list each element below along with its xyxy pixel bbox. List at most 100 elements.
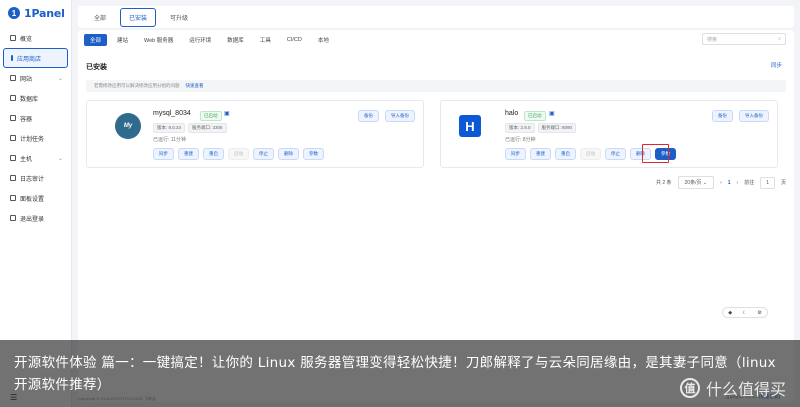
watermark-text: 什么值得买 bbox=[705, 380, 786, 399]
category-runtime[interactable]: 运行环境 bbox=[183, 34, 217, 46]
backup-button[interactable]: 备份 bbox=[712, 110, 733, 122]
sidebar-nav: 概览 应用商店 网站 ⌄ 数据库 容器 计划任务 主机 ⌄ 日志审计 面板设置 退出… bbox=[0, 28, 71, 228]
hint-link[interactable]: 快速查看 bbox=[186, 83, 204, 89]
sidebar-item-label: 日志审计 bbox=[20, 176, 45, 183]
card-top-actions: 备份 导入备份 bbox=[358, 110, 415, 122]
stop-button[interactable]: 停止 bbox=[253, 148, 274, 160]
clock-icon bbox=[10, 135, 16, 141]
sidebar-item-label: 计划任务 bbox=[20, 136, 45, 143]
app-tags: 版本: 8.0.34 服务端口: 3306 bbox=[153, 123, 227, 133]
page-size-value: 20条/页 bbox=[684, 180, 702, 186]
app-tags: 版本: 2.8.0 服务端口: 8090 bbox=[505, 123, 577, 133]
mysql-logo-icon: My bbox=[115, 113, 141, 139]
search-input[interactable]: 搜索 ⌕ bbox=[702, 33, 786, 45]
prev-page-button[interactable]: ‹ bbox=[720, 180, 722, 186]
hint-bar: 若需修改应用可以解决修改应用分组的问题 快速查看 bbox=[86, 80, 786, 92]
watermark: 值 什么值得买 bbox=[679, 376, 786, 400]
logout-icon bbox=[10, 215, 16, 221]
sync-link[interactable]: 同步 bbox=[771, 61, 782, 69]
rebuild-button[interactable]: 重建 bbox=[530, 148, 551, 160]
category-website[interactable]: 建站 bbox=[111, 34, 134, 46]
next-page-button[interactable]: › bbox=[737, 180, 739, 186]
params-button[interactable]: 参数 bbox=[303, 148, 324, 160]
category-bar: 全部 建站 Web 服务器 运行环境 数据库 工具 CI/CD 本地 bbox=[78, 30, 794, 50]
goto-label: 前往 bbox=[744, 180, 755, 186]
backup-button[interactable]: 备份 bbox=[358, 110, 379, 122]
sidebar-item-host[interactable]: 主机 ⌄ bbox=[0, 148, 71, 168]
theme-icon[interactable]: ◆ bbox=[728, 310, 732, 316]
app-card-mysql: My mysql_8034 已启动 ▣ 备份 导入备份 版本: 8.0.34 服… bbox=[86, 100, 424, 168]
sidebar-item-label: 数据库 bbox=[20, 96, 39, 103]
runtime-text: 已运行: 8分钟 bbox=[505, 137, 536, 143]
tab-all[interactable]: 全部 bbox=[86, 9, 114, 26]
sidebar-item-app-store[interactable]: 应用商店 bbox=[3, 48, 68, 68]
category-all[interactable]: 全部 bbox=[84, 34, 108, 46]
database-icon bbox=[10, 95, 16, 101]
sidebar-item-settings[interactable]: 面板设置 bbox=[0, 188, 71, 208]
sidebar-item-cron[interactable]: 计划任务 bbox=[0, 128, 71, 148]
hint-text: 若需修改应用可以解决修改应用分组的问题 bbox=[94, 83, 180, 88]
search-placeholder: 搜索 bbox=[707, 36, 718, 43]
logo[interactable]: 1 1Panel bbox=[0, 0, 71, 24]
section-title: 已安装 bbox=[86, 64, 107, 71]
gear-icon[interactable]: ⚙ bbox=[757, 310, 761, 316]
start-button[interactable]: 启动 bbox=[228, 148, 249, 160]
sidebar-item-website[interactable]: 网站 ⌄ bbox=[0, 68, 71, 88]
globe-icon bbox=[10, 75, 16, 81]
version-tag: 版本: 8.0.34 bbox=[153, 123, 186, 133]
folder-icon[interactable]: ▣ bbox=[224, 110, 230, 117]
home-icon bbox=[10, 35, 16, 41]
stop-button[interactable]: 停止 bbox=[605, 148, 626, 160]
app-name: mysql_8034 bbox=[153, 110, 191, 117]
import-backup-button[interactable]: 导入备份 bbox=[739, 110, 769, 122]
sidebar-item-label: 网站 bbox=[20, 76, 33, 83]
search-icon: ⌕ bbox=[778, 36, 781, 42]
start-button[interactable]: 启动 bbox=[580, 148, 601, 160]
import-backup-button[interactable]: 导入备份 bbox=[385, 110, 415, 122]
goto-input[interactable]: 1 bbox=[760, 176, 775, 189]
chevron-down-icon: ⌄ bbox=[57, 155, 63, 162]
tab-upgradable[interactable]: 可升级 bbox=[162, 9, 196, 26]
category-database[interactable]: 数据库 bbox=[221, 34, 250, 46]
total-count: 共 2 条 bbox=[655, 180, 672, 186]
halo-logo-icon: H bbox=[459, 115, 481, 137]
pagination: 共 2 条 20条/页 ⌄ ‹ 1 › 前往 1 页 bbox=[656, 176, 786, 189]
moon-icon[interactable]: ☾ bbox=[742, 310, 746, 316]
category-cicd[interactable]: CI/CD bbox=[281, 35, 308, 45]
floating-toolbar: ◆ ☾ ⚙ bbox=[722, 307, 768, 318]
tab-installed[interactable]: 已安装 bbox=[120, 7, 157, 27]
page-size-select[interactable]: 20条/页 ⌄ bbox=[677, 176, 715, 189]
rebuild-button[interactable]: 重建 bbox=[178, 148, 199, 160]
version-tag: 版本: 2.8.0 bbox=[505, 123, 535, 133]
status-badge: 已启动 bbox=[200, 111, 222, 121]
sidebar-item-logs[interactable]: 日志审计 bbox=[0, 168, 71, 188]
current-page[interactable]: 1 bbox=[728, 180, 731, 186]
sidebar-item-container[interactable]: 容器 bbox=[0, 108, 71, 128]
sync-button[interactable]: 同步 bbox=[505, 148, 526, 160]
top-tab-bar: 全部 已安装 可升级 bbox=[78, 6, 794, 28]
sidebar-item-database[interactable]: 数据库 bbox=[0, 88, 71, 108]
restart-button[interactable]: 重启 bbox=[203, 148, 224, 160]
goto-suffix: 页 bbox=[780, 180, 786, 186]
restart-button[interactable]: 重启 bbox=[555, 148, 576, 160]
settings-icon bbox=[10, 195, 16, 201]
status-badge: 已启动 bbox=[524, 111, 546, 121]
sync-button[interactable]: 同步 bbox=[153, 148, 174, 160]
card-actions: 同步 重建 重启 启动 停止 删除 参数 bbox=[153, 148, 324, 160]
category-local[interactable]: 本地 bbox=[312, 34, 335, 46]
sidebar-item-overview[interactable]: 概览 bbox=[0, 28, 71, 48]
watermark-logo-icon: 值 bbox=[679, 378, 700, 398]
port-tag: 服务端口: 3306 bbox=[188, 123, 227, 133]
sidebar-item-label: 主机 bbox=[20, 156, 33, 163]
sidebar-item-label: 容器 bbox=[20, 116, 33, 123]
log-icon bbox=[10, 175, 16, 181]
container-icon bbox=[10, 115, 16, 121]
category-web-server[interactable]: Web 服务器 bbox=[138, 34, 179, 46]
category-tools[interactable]: 工具 bbox=[254, 34, 277, 46]
sidebar-item-logout[interactable]: 退出登录 bbox=[0, 208, 71, 228]
highlight-annotation bbox=[642, 144, 669, 163]
delete-button[interactable]: 删除 bbox=[278, 148, 299, 160]
folder-icon[interactable]: ▣ bbox=[549, 110, 555, 117]
server-icon bbox=[10, 155, 16, 161]
sidebar-item-label: 应用商店 bbox=[17, 56, 42, 63]
